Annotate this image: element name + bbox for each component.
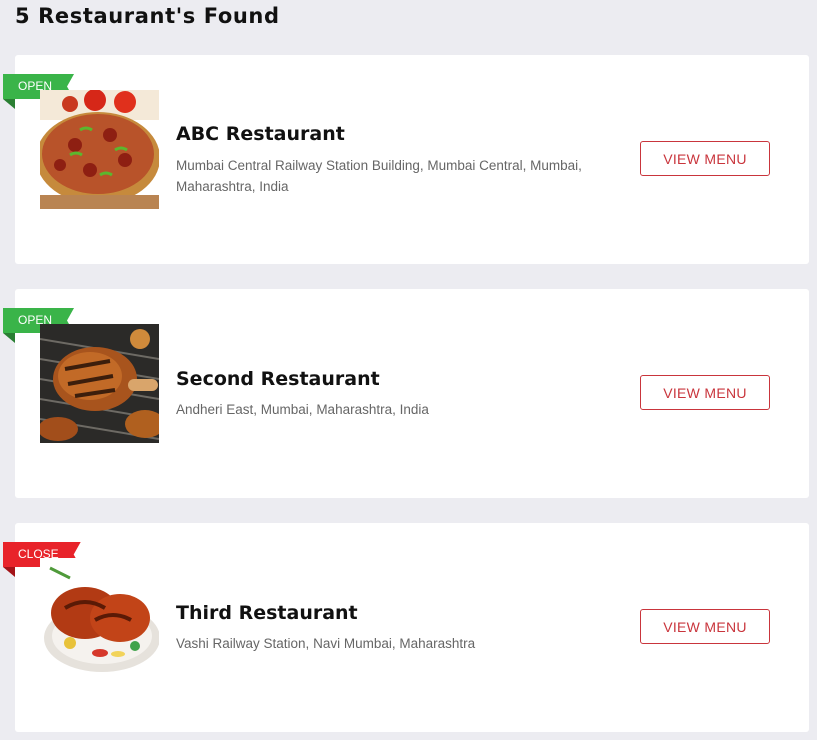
restaurant-card[interactable]: CLOSE Third Restaurant Vashi Railway Sta… bbox=[3, 523, 809, 732]
restaurant-name[interactable]: Third Restaurant bbox=[176, 602, 358, 624]
view-menu-button[interactable]: VIEW MENU bbox=[640, 375, 770, 410]
restaurant-card[interactable]: OPEN ABC Restaurant Mumbai Central Railw… bbox=[3, 55, 809, 264]
restaurant-address: Vashi Railway Station, Navi Mumbai, Maha… bbox=[176, 636, 476, 651]
tandoori-chicken-image bbox=[40, 558, 159, 677]
restaurant-name[interactable]: ABC Restaurant bbox=[176, 123, 345, 145]
view-menu-button[interactable]: VIEW MENU bbox=[640, 609, 770, 644]
restaurant-card[interactable]: OPEN Second Restaurant Andheri East, Mum… bbox=[3, 289, 809, 498]
ribbon-fold bbox=[3, 99, 15, 109]
grilled-chicken-image bbox=[40, 324, 159, 443]
ribbon-fold bbox=[3, 567, 15, 577]
restaurant-name[interactable]: Second Restaurant bbox=[176, 368, 380, 390]
pizza-image bbox=[40, 90, 159, 209]
results-heading: 5 Restaurant's Found bbox=[15, 4, 280, 28]
restaurant-address: Andheri East, Mumbai, Maharashtra, India bbox=[176, 402, 429, 417]
ribbon-fold bbox=[3, 333, 15, 343]
restaurant-image[interactable] bbox=[40, 324, 159, 443]
restaurant-address: Mumbai Central Railway Station Building,… bbox=[176, 158, 582, 194]
restaurant-image[interactable] bbox=[40, 90, 159, 209]
restaurant-image[interactable] bbox=[40, 558, 159, 677]
view-menu-button[interactable]: VIEW MENU bbox=[640, 141, 770, 176]
